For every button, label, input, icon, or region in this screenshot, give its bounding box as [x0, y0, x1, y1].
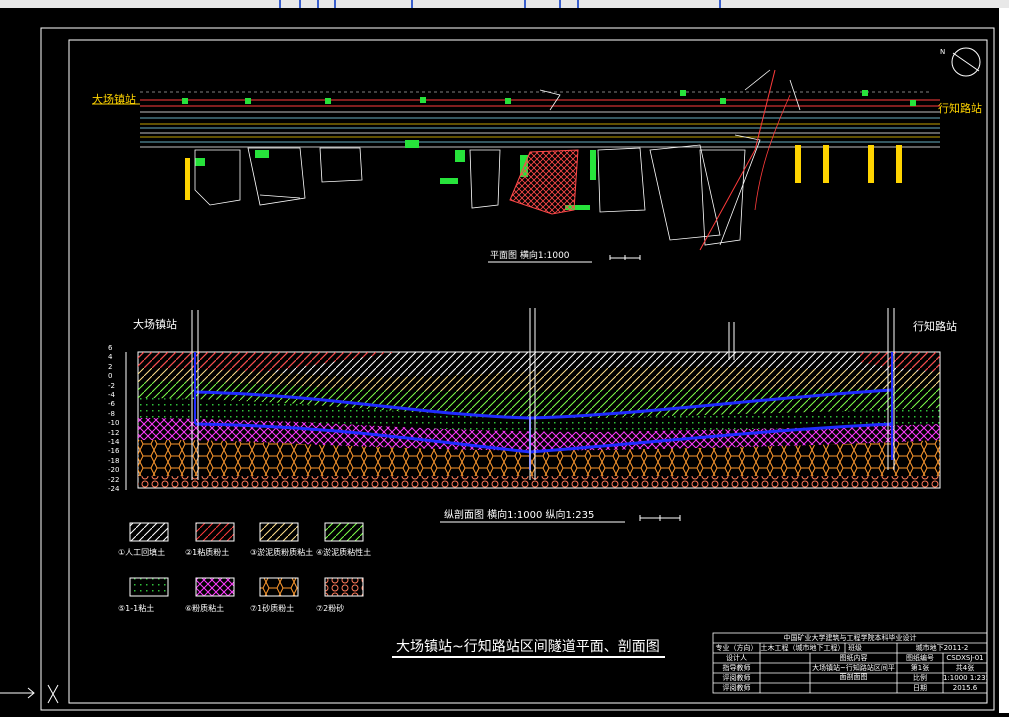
- legend-label: ④淤泥质粘性土: [316, 548, 372, 557]
- y-tick-label: 0: [108, 372, 113, 381]
- profile-caption: 纵剖面图 横向1:1000 纵向1:235: [444, 508, 594, 521]
- tb-drawing-no: CSDXSJ-01: [946, 654, 984, 662]
- profile-scale-bar: [639, 515, 681, 521]
- legend-label: ⑦1砂质粉土: [250, 604, 295, 613]
- svg-text:N: N: [940, 48, 945, 56]
- ucs-icon: [0, 684, 59, 704]
- y-tick-label: -10: [108, 419, 120, 428]
- y-tick-label: -2: [108, 381, 115, 390]
- tb-class-label: 班级: [848, 644, 862, 652]
- legend-swatches: [129, 522, 364, 597]
- y-tick-label: 4: [108, 353, 113, 362]
- tb-reviewer1: 评阅教师: [722, 674, 751, 682]
- tb-drawing-no-label: 图纸编号: [906, 654, 934, 662]
- y-tick-label: -20: [108, 466, 120, 475]
- profile-station-right: 行知路站: [913, 320, 957, 333]
- plan-station-right: 行知路站: [938, 102, 982, 115]
- legend-label: ⑥粉质粘土: [185, 604, 225, 613]
- stratum-fsand: [138, 476, 940, 488]
- cad-canvas[interactable]: N 平面图 横向1:1000 纵剖面图 横向1:1000 纵向1:235 大场镇…: [0, 0, 1009, 713]
- profile-station-left: 大场镇站: [133, 318, 177, 331]
- tb-designer: 设计人: [726, 654, 747, 662]
- plan-scale-bar: [609, 255, 641, 260]
- y-tick-label: -22: [108, 475, 120, 484]
- legend-label: ③淤泥质粉质粘土: [250, 548, 314, 557]
- tb-major: 土木工程（城市地下工程）: [760, 644, 845, 652]
- tb-total: 共4张: [955, 664, 975, 672]
- legend-label: ⑤1-1粘土: [118, 604, 155, 613]
- plan-station-left: 大场镇站: [92, 93, 136, 106]
- right-scrollbar: [999, 8, 1009, 713]
- plan-caption: 平面图 横向1:1000: [490, 249, 570, 261]
- y-tick-label: -12: [108, 428, 120, 437]
- legend-label: ⑦2粉砂: [316, 604, 345, 613]
- y-tick-label: -14: [108, 438, 120, 446]
- legend-label: ①人工回填土: [118, 548, 166, 557]
- y-tick-label: -6: [108, 400, 115, 409]
- tb-advisor: 指导教师: [722, 664, 751, 672]
- tb-reviewer2: 评阅教师: [722, 684, 751, 692]
- y-tick-label: 6: [108, 344, 113, 352]
- tb-date-label: 日期: [913, 684, 927, 692]
- plan-view: N 平面图 横向1:1000: [92, 47, 981, 263]
- y-tick-label: -18: [108, 456, 120, 465]
- y-tick-label: 2: [108, 362, 113, 371]
- profile-view: 纵剖面图 横向1:1000 纵向1:235: [125, 308, 941, 523]
- tb-scale-label: 比例: [913, 674, 927, 682]
- tb-contents: 大场镇站~行知路站区间平面剖面图: [812, 664, 895, 681]
- tb-sheet: 第1张: [910, 664, 930, 672]
- tb-scale: 1:1000 1:235: [943, 674, 987, 682]
- y-tick-label: -4: [108, 391, 115, 399]
- tb-major-label: 专业（方向）: [715, 644, 758, 652]
- toolbar-strip: [0, 0, 1009, 8]
- tb-university: 中国矿业大学建筑与工程学院本科毕业设计: [783, 634, 917, 642]
- tb-date: 2015.6: [952, 684, 978, 692]
- drawing-title: 大场镇站~行知路站区间隧道平面、剖面图: [396, 639, 660, 655]
- tb-content-label: 图纸内容: [839, 654, 868, 662]
- y-tick-label: -16: [108, 447, 120, 456]
- legend-label: ②1粘质粉土: [185, 548, 230, 557]
- north-arrow-icon: N: [940, 47, 981, 77]
- y-tick-label: -24: [108, 485, 120, 493]
- tb-class: 城市地下2011-2: [915, 644, 969, 652]
- y-tick-label: -8: [108, 409, 115, 418]
